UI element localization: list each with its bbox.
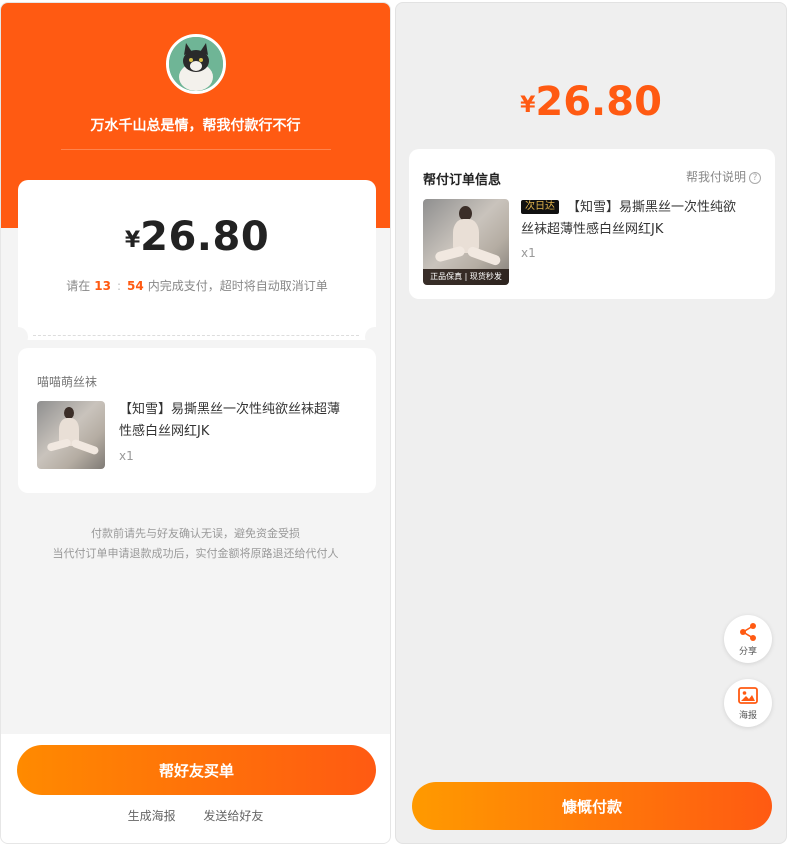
card-notch-left	[8, 327, 28, 347]
price-card: ¥26.80 请在 13:54 内完成支付，超时将自动取消订单	[18, 180, 376, 340]
currency-symbol: ¥	[520, 93, 536, 118]
countdown-separator: :	[116, 279, 122, 293]
countdown-prefix: 请在	[66, 279, 91, 293]
product-title-line-1: 次日达 【知雪】易撕黑丝一次性纯欲	[521, 197, 736, 219]
tip-line-1: 付款前请先与好友确认无误，避免资金受损	[91, 527, 300, 540]
generate-poster-link[interactable]: 生成海报	[128, 809, 176, 823]
bottom-action-bar: 帮好友买单 生成海报 发送给好友	[1, 734, 390, 843]
product-thumbnail[interactable]	[37, 401, 105, 469]
payment-tips: 付款前请先与好友确认无误，避免资金受损 当代付订单申请退款成功后，实付金额将原路…	[1, 524, 390, 564]
share-icon	[740, 623, 756, 641]
card-notch-right	[365, 327, 385, 347]
pay-amount: ¥26.80	[396, 79, 786, 125]
next-day-badge: 次日达	[521, 200, 559, 214]
payer-panel: ¥26.80 帮付订单信息 帮我付说明? 正品保真 | 现货秒发 次日达 【知雪】…	[395, 2, 787, 844]
poster-button[interactable]: 海报	[724, 679, 772, 727]
countdown-suffix: 内完成支付，超时将自动取消订单	[147, 279, 328, 293]
product-title-text-1: 【知雪】易撕黑丝一次性纯欲	[567, 200, 737, 215]
poster-icon	[738, 687, 758, 704]
share-label: 分享	[738, 647, 757, 657]
send-to-friend-link[interactable]: 发送给好友	[203, 809, 263, 823]
countdown-text: 请在 13:54 内完成支付，超时将自动取消订单	[18, 277, 376, 294]
goods-card[interactable]: 喵喵萌丝袜 【知雪】易撕黑丝一次性纯欲丝袜超薄 性感白丝网红JK x1	[18, 348, 376, 493]
product-promo-strip: 正品保真 | 现货秒发	[423, 269, 509, 285]
generous-pay-button[interactable]: 慷慨付款	[412, 782, 772, 830]
shop-name[interactable]: 喵喵萌丝袜	[37, 373, 97, 390]
dashed-divider	[33, 335, 359, 336]
invite-message: 万水千山总是情，帮我付款行不行	[90, 118, 301, 134]
avatar	[166, 34, 226, 94]
tip-line-2: 当代付订单申请退款成功后，实付金额将原路退还给代付人	[52, 547, 339, 560]
question-icon[interactable]: ?	[749, 172, 761, 184]
divider	[61, 149, 331, 150]
product-thumbnail[interactable]: 正品保真 | 现货秒发	[423, 199, 509, 285]
order-info-card: 帮付订单信息 帮我付说明? 正品保真 | 现货秒发 次日达 【知雪】易撕黑丝一次性…	[409, 149, 775, 299]
product-title[interactable]: 次日达 【知雪】易撕黑丝一次性纯欲 丝袜超薄性感白丝网红JK	[521, 197, 736, 241]
amount-value: 26.80	[535, 79, 662, 125]
product-title-line-1: 【知雪】易撕黑丝一次性纯欲丝袜超薄	[119, 402, 341, 417]
help-link[interactable]: 帮我付说明?	[686, 168, 761, 185]
countdown-seconds: 54	[127, 279, 144, 293]
cat-avatar-icon	[169, 37, 223, 91]
product-title-line-2: 丝袜超薄性感白丝网红JK	[521, 222, 664, 237]
currency-symbol: ¥	[124, 228, 141, 253]
product-title[interactable]: 【知雪】易撕黑丝一次性纯欲丝袜超薄 性感白丝网红JK	[119, 399, 340, 443]
product-title-line-2: 性感白丝网红JK	[119, 424, 210, 439]
share-links: 生成海报 发送给好友	[1, 807, 390, 824]
amount-value: 26.80	[140, 214, 270, 260]
pay-for-friend-button[interactable]: 帮好友买单	[17, 745, 376, 795]
poster-label: 海报	[738, 711, 757, 721]
countdown-minutes: 13	[94, 279, 111, 293]
friend-pay-panel: 万水千山总是情，帮我付款行不行 ¥26.80 请在 13:54 内完成支付，超时将自…	[0, 2, 391, 844]
share-button[interactable]: 分享	[724, 615, 772, 663]
product-quantity: x1	[119, 449, 134, 463]
order-info-title: 帮付订单信息	[423, 173, 502, 188]
help-link-label[interactable]: 帮我付说明	[686, 170, 746, 184]
pay-amount: ¥26.80	[18, 214, 376, 260]
product-quantity: x1	[521, 246, 536, 260]
